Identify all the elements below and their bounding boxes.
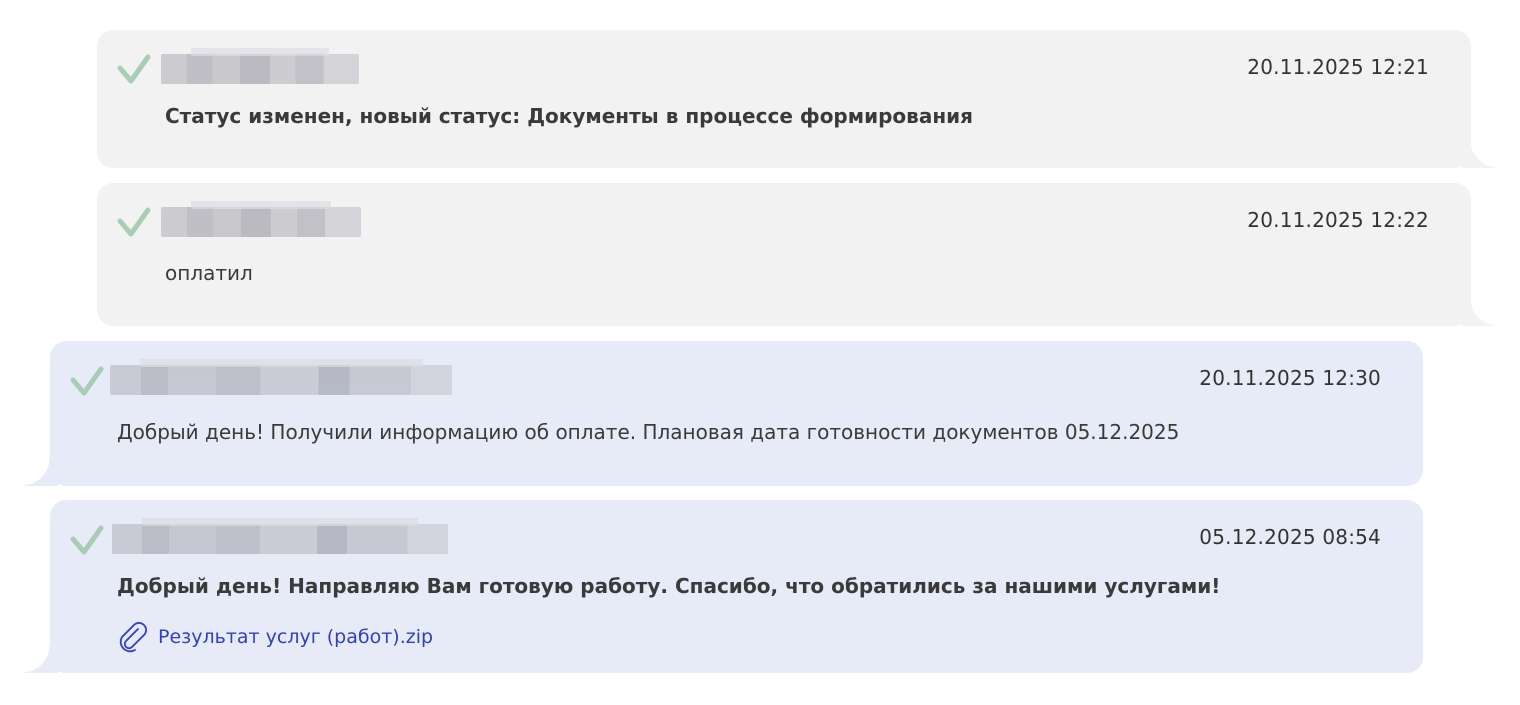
sender-name-redacted <box>161 201 361 237</box>
message-text: Добрый день! Направляю Вам готовую работ… <box>117 574 1221 598</box>
message-timestamp: 20.11.2025 12:21 <box>1247 55 1429 79</box>
message-outgoing: 05.12.2025 08:54 Добрый день! Направляю … <box>50 500 1423 673</box>
message-timestamp: 20.11.2025 12:22 <box>1247 208 1429 232</box>
message-incoming: 20.11.2025 12:21 Статус изменен, новый с… <box>97 30 1471 168</box>
sender-name-redacted <box>112 518 448 554</box>
message-timestamp: 05.12.2025 08:54 <box>1199 525 1381 549</box>
check-icon <box>117 54 151 84</box>
check-icon <box>70 366 104 396</box>
attachment-filename[interactable]: Результат услуг (работ).zip <box>158 626 433 648</box>
check-icon <box>117 207 151 237</box>
paperclip-icon <box>119 622 147 653</box>
message-timestamp: 20.11.2025 12:30 <box>1199 366 1381 390</box>
message-text: Статус изменен, новый статус: Документы … <box>165 104 973 128</box>
check-icon <box>70 525 104 555</box>
sender-name-redacted <box>161 48 359 84</box>
message-text: Добрый день! Получили информацию об опла… <box>117 420 1180 444</box>
message-feed: 20.11.2025 12:21 Статус изменен, новый с… <box>0 0 1520 705</box>
attachment-link[interactable]: Результат услуг (работ).zip <box>116 620 433 654</box>
message-text: оплатил <box>165 261 253 285</box>
sender-name-redacted <box>110 359 452 395</box>
message-outgoing: 20.11.2025 12:30 Добрый день! Получили и… <box>50 341 1423 486</box>
message-incoming: 20.11.2025 12:22 оплатил <box>97 183 1471 326</box>
